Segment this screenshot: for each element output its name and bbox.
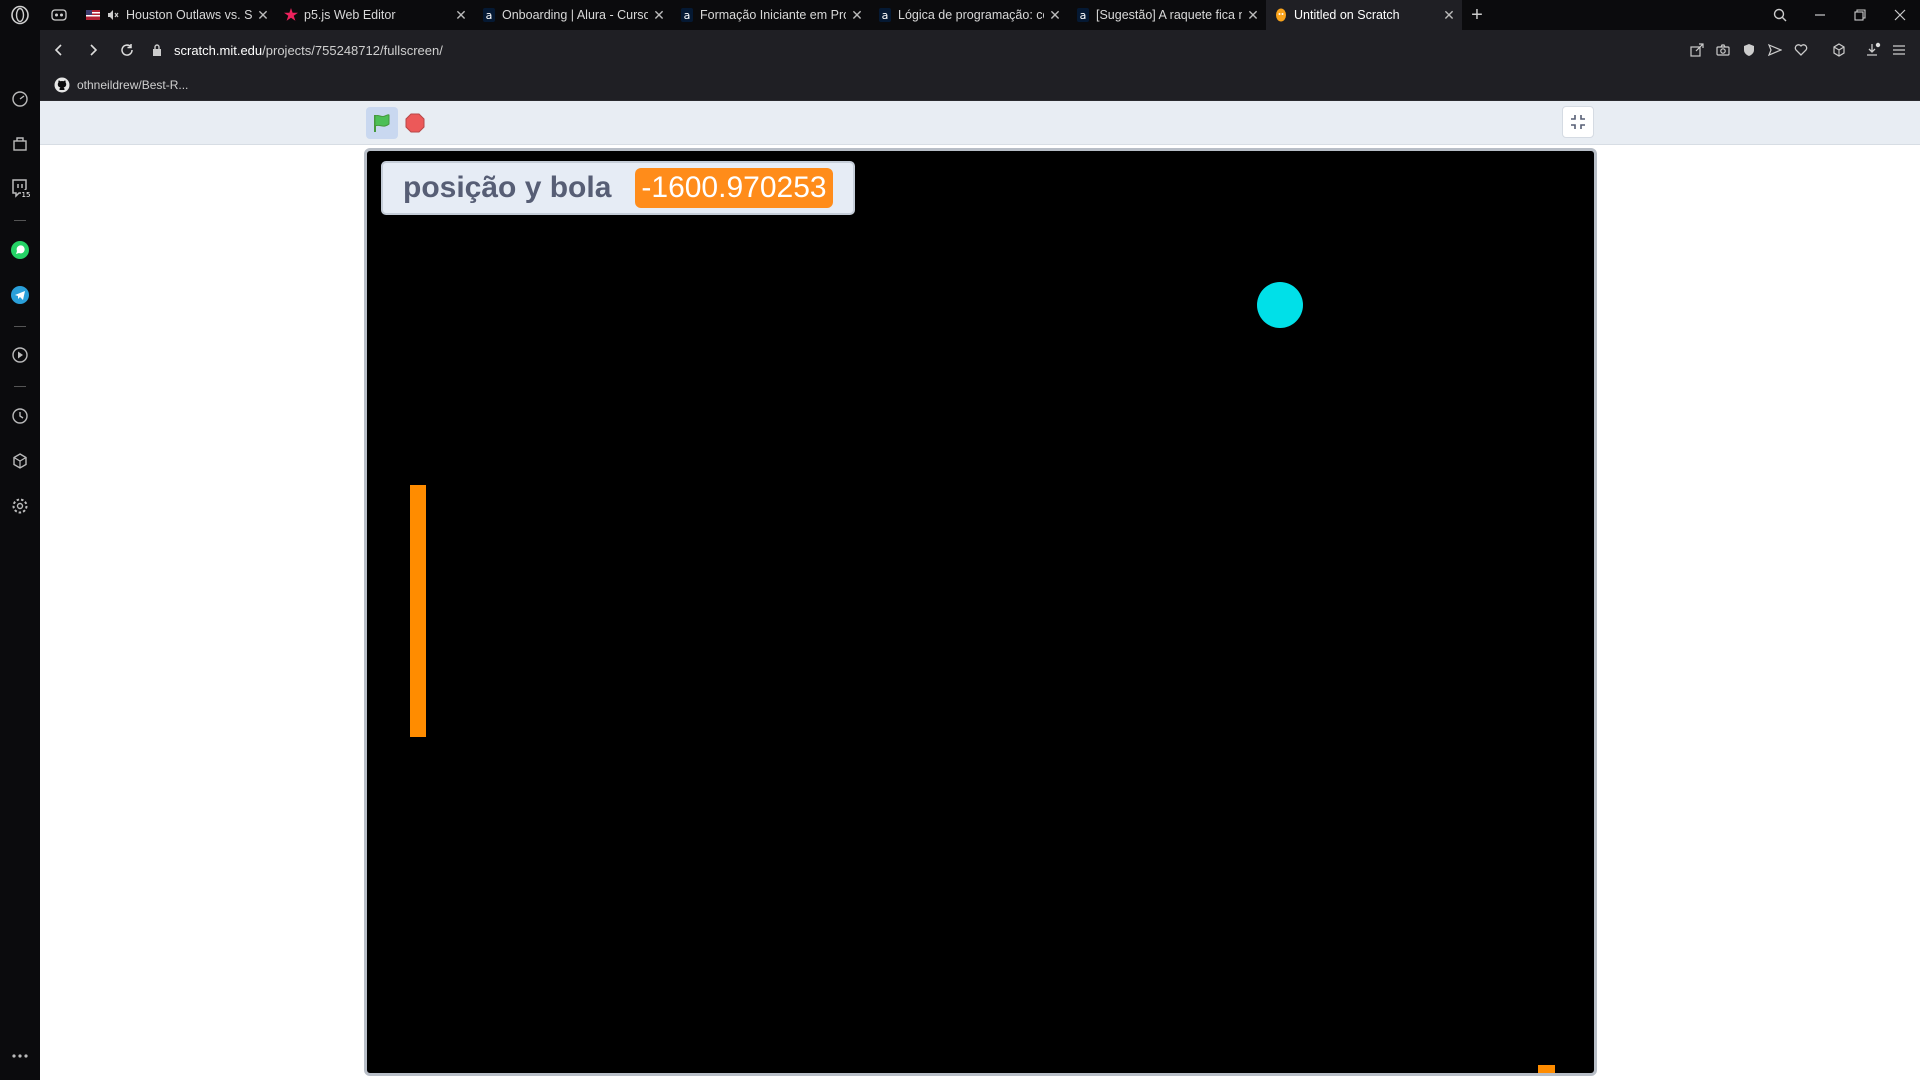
- scratch-fullscreen-header: [40, 101, 1920, 145]
- sidebar-divider: [14, 386, 26, 387]
- flag-favicon-icon: [86, 8, 100, 22]
- twitch-icon[interactable]: 15: [8, 176, 32, 200]
- restore-icon[interactable]: [1840, 0, 1880, 30]
- history-icon[interactable]: [8, 404, 32, 428]
- window-controls: [1760, 0, 1920, 30]
- forward-icon[interactable]: [76, 30, 110, 70]
- svg-text:a: a: [486, 9, 493, 22]
- scratch-favicon-icon: [1274, 8, 1288, 22]
- monitor-value: -1600.970253: [635, 168, 833, 208]
- green-flag-button[interactable]: [366, 107, 398, 139]
- settings-gear-icon[interactable]: [8, 494, 32, 518]
- address-bar-actions: [1684, 30, 1912, 70]
- sidebar-divider: [14, 326, 26, 327]
- snapshot-camera-icon[interactable]: [1710, 30, 1736, 70]
- back-icon[interactable]: [42, 30, 76, 70]
- scratch-stage[interactable]: posição y bola -1600.970253: [364, 148, 1597, 1076]
- sidebar-divider: [14, 220, 26, 221]
- tab-scratch[interactable]: Untitled on Scratch ✕: [1266, 0, 1462, 30]
- muted-audio-icon[interactable]: [106, 8, 120, 22]
- tab-search-icon[interactable]: [1760, 0, 1800, 30]
- tab-title: [Sugestão] A raquete fica n: [1096, 8, 1242, 22]
- speed-dial-icon[interactable]: [8, 87, 32, 111]
- alura-favicon-icon: a: [878, 8, 892, 22]
- tab-close-icon[interactable]: ✕: [850, 7, 864, 23]
- tab-close-icon[interactable]: ✕: [256, 7, 270, 23]
- more-options-icon[interactable]: [8, 1044, 32, 1068]
- svg-text:a: a: [684, 9, 691, 22]
- tab-close-icon[interactable]: ✕: [454, 7, 468, 23]
- monitor-label: posição y bola: [403, 171, 612, 204]
- p5js-favicon-icon: [284, 8, 298, 22]
- bookmark-heart-icon[interactable]: [1788, 30, 1814, 70]
- variable-monitor[interactable]: posição y bola -1600.970253: [381, 161, 855, 215]
- tab-title: Formação Iniciante em Pro: [700, 8, 846, 22]
- bookmark-label: othneildrew/Best-R...: [77, 78, 189, 92]
- tab-alura-sugestao[interactable]: a [Sugestão] A raquete fica n ✕: [1068, 0, 1266, 30]
- new-tab-button[interactable]: +: [1462, 0, 1492, 30]
- github-icon: [54, 77, 70, 93]
- download-icon[interactable]: [1860, 30, 1886, 70]
- tab-title: p5.js Web Editor: [304, 8, 396, 22]
- tab-alura-logica[interactable]: a Lógica de programação: co ✕: [870, 0, 1068, 30]
- tab-island-icon[interactable]: [40, 0, 78, 30]
- tab-title: Lógica de programação: co: [898, 8, 1044, 22]
- svg-text:15: 15: [22, 191, 31, 199]
- bookmarks-bar: othneildrew/Best-R...: [40, 70, 1920, 101]
- reload-icon[interactable]: [110, 30, 144, 70]
- telegram-icon[interactable]: [8, 283, 32, 307]
- tab-title: Untitled on Scratch: [1294, 8, 1400, 22]
- tab-p5js[interactable]: p5.js Web Editor ✕: [276, 0, 474, 30]
- tab-alura-onboarding[interactable]: a Onboarding | Alura - Curso ✕: [474, 0, 672, 30]
- paddle-sprite[interactable]: [410, 485, 426, 737]
- extensions-icon[interactable]: [8, 449, 32, 473]
- svg-text:a: a: [1080, 9, 1087, 22]
- tab-title: Houston Outlaws vs. Sa: [126, 8, 252, 22]
- workspace-icon[interactable]: [8, 132, 32, 156]
- tab-close-icon[interactable]: ✕: [1048, 7, 1062, 23]
- easy-setup-menu-icon[interactable]: [1886, 30, 1912, 70]
- exit-fullscreen-button[interactable]: [1562, 106, 1594, 138]
- tab-title: Onboarding | Alura - Curso: [502, 8, 648, 22]
- player-icon[interactable]: [8, 343, 32, 367]
- minimize-icon[interactable]: [1800, 0, 1840, 30]
- alura-favicon-icon: a: [482, 8, 496, 22]
- url-path: /projects/755248712/fullscreen/: [262, 42, 443, 58]
- share-icon[interactable]: [1684, 30, 1710, 70]
- green-flag-icon: [374, 114, 390, 132]
- opera-logo-icon[interactable]: [0, 0, 40, 30]
- send-icon[interactable]: [1762, 30, 1788, 70]
- address-bar: scratch.mit.edu /projects/755248712/full…: [40, 30, 1920, 70]
- tab-strip: Houston Outlaws vs. Sa ✕ p5.js Web Edito…: [0, 0, 1920, 30]
- tab-close-icon[interactable]: ✕: [1442, 7, 1456, 23]
- whatsapp-icon[interactable]: [8, 238, 32, 262]
- tab-close-icon[interactable]: ✕: [652, 7, 666, 23]
- bookmark-item[interactable]: othneildrew/Best-R...: [54, 77, 188, 93]
- adblock-shield-icon[interactable]: [1736, 30, 1762, 70]
- stop-sign-icon: [405, 113, 425, 133]
- stop-button[interactable]: [405, 113, 425, 133]
- ball-sprite[interactable]: [1257, 282, 1303, 328]
- alura-favicon-icon: a: [1076, 8, 1090, 22]
- url-field[interactable]: scratch.mit.edu /projects/755248712/full…: [152, 43, 443, 58]
- alura-favicon-icon: a: [680, 8, 694, 22]
- extensions-cube-icon[interactable]: [1826, 30, 1852, 70]
- browser-sidebar: 15: [0, 30, 40, 1080]
- svg-text:a: a: [882, 9, 889, 22]
- url-host: scratch.mit.edu: [174, 42, 263, 58]
- tab-alura-formacao[interactable]: a Formação Iniciante em Pro ✕: [672, 0, 870, 30]
- lock-icon[interactable]: [152, 44, 162, 56]
- tab-close-icon[interactable]: ✕: [1246, 7, 1260, 23]
- tab-houston-outlaws[interactable]: Houston Outlaws vs. Sa ✕: [78, 0, 276, 30]
- orange-sprite[interactable]: [1538, 1065, 1555, 1073]
- exit-fullscreen-icon: [1571, 115, 1585, 129]
- close-window-icon[interactable]: [1880, 0, 1920, 30]
